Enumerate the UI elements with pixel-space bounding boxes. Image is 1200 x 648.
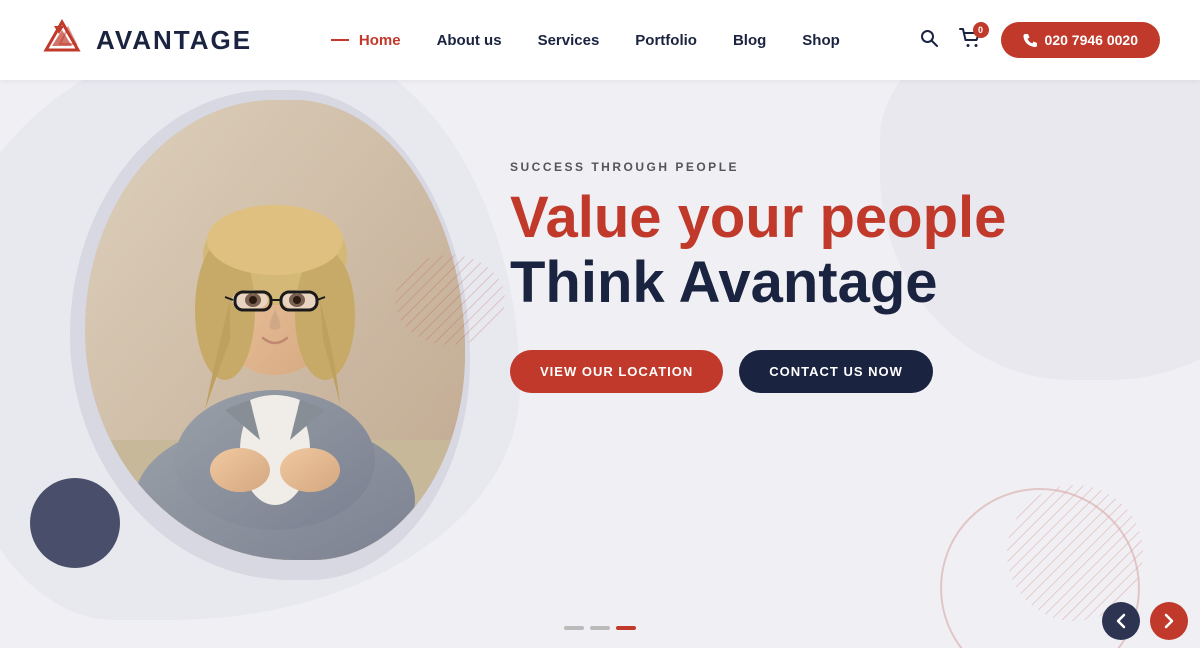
hero-title-red: Value your people — [510, 188, 1120, 249]
nav-services[interactable]: Services — [538, 32, 600, 49]
hatch-circle-decoration — [390, 240, 510, 360]
nav-portfolio[interactable]: Portfolio — [635, 32, 697, 49]
nav-about[interactable]: About us — [437, 32, 502, 49]
view-location-button[interactable]: VIEW OUR LOCATION — [510, 350, 723, 393]
cart-button[interactable]: 0 — [959, 28, 981, 53]
logo-text: AVANTAGE — [96, 25, 252, 56]
cart-badge: 0 — [973, 22, 989, 38]
hero-subtitle: SUCCESS THROUGH PEOPLE — [510, 160, 1120, 174]
slider-arrow-left[interactable] — [1102, 602, 1140, 640]
search-icon[interactable] — [919, 28, 939, 53]
main-nav: Home About us Services Portfolio Blog Sh… — [331, 32, 840, 49]
hero-content: SUCCESS THROUGH PEOPLE Value your people… — [510, 160, 1120, 393]
nav-home[interactable]: Home — [331, 32, 401, 49]
nav-blog[interactable]: Blog — [733, 32, 766, 49]
hero-buttons: VIEW OUR LOCATION CONTACT US NOW — [510, 350, 1120, 393]
phone-button[interactable]: 020 7946 0020 — [1001, 22, 1160, 58]
nav-shop[interactable]: Shop — [802, 32, 840, 49]
hero-title-dark: Think Avantage — [510, 253, 1120, 314]
site-header: AVANTAGE Home About us Services Portfoli… — [0, 0, 1200, 80]
nav-actions: 0 020 7946 0020 — [919, 22, 1160, 58]
hero-section: SUCCESS THROUGH PEOPLE Value your people… — [0, 80, 1200, 648]
dot-2[interactable] — [590, 626, 610, 630]
logo[interactable]: AVANTAGE — [40, 18, 252, 62]
logo-icon — [40, 18, 84, 62]
home-line-decoration — [331, 39, 349, 41]
slider-dots — [564, 626, 636, 630]
dot-1[interactable] — [564, 626, 584, 630]
dot-3-active[interactable] — [616, 626, 636, 630]
dark-circle-decoration — [30, 478, 120, 568]
contact-button[interactable]: CONTACT US NOW — [739, 350, 933, 393]
phone-icon — [1023, 33, 1037, 47]
slider-arrow-right[interactable] — [1150, 602, 1188, 640]
